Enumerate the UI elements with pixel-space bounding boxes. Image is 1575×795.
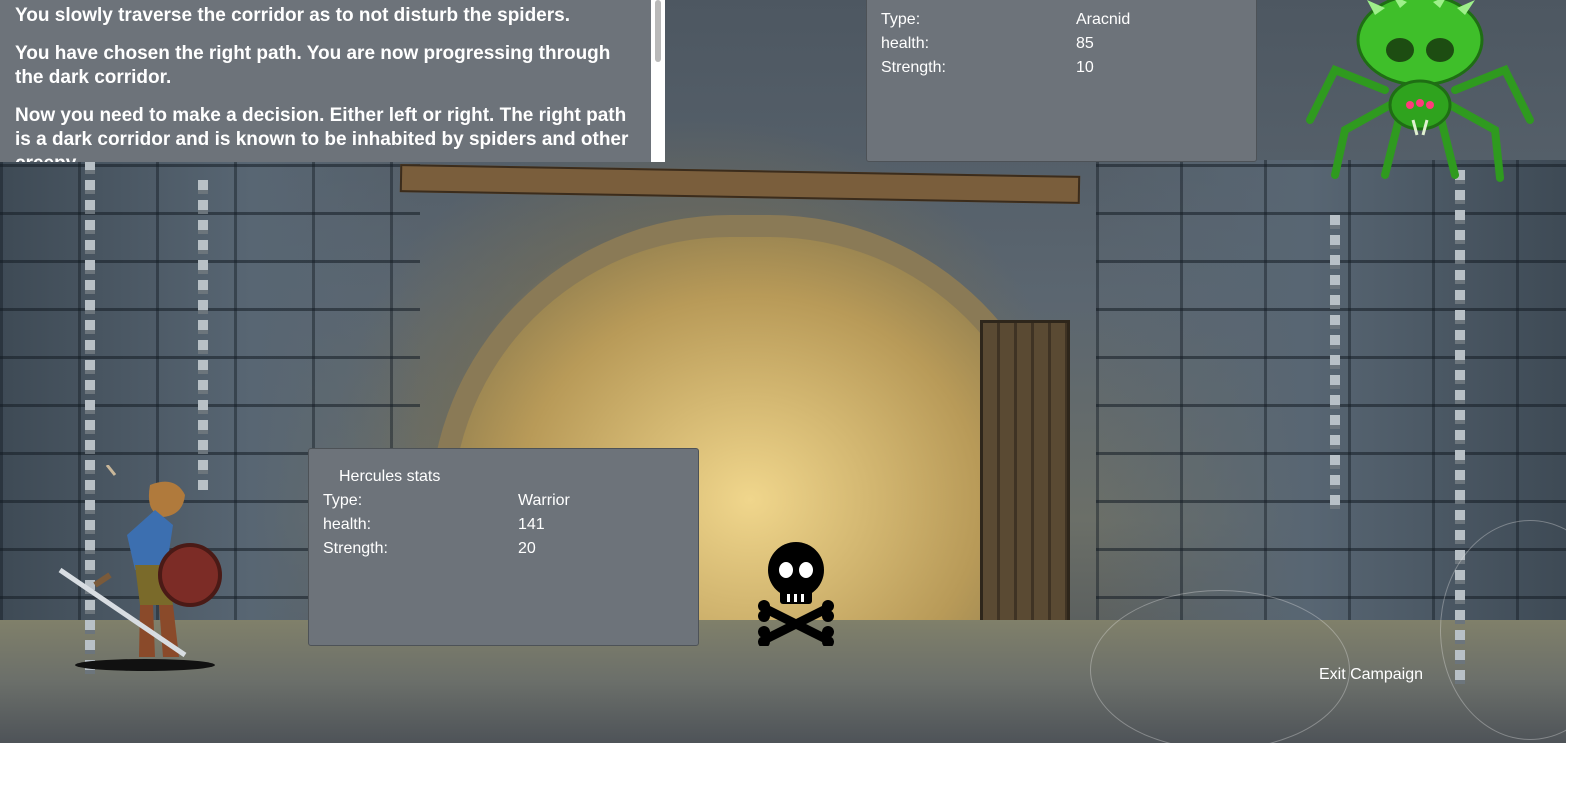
story-paragraph: You slowly traverse the corridor as to n…	[15, 5, 570, 26]
stat-value: Warrior	[518, 492, 570, 509]
stat-label: Strength:	[323, 540, 388, 557]
stat-value: 85	[1076, 35, 1094, 52]
wooden-beam	[399, 164, 1081, 204]
enemy-stat-health: health: 85	[881, 35, 1261, 59]
stat-label: Type:	[323, 492, 363, 509]
stat-label: health:	[323, 516, 372, 533]
exit-campaign-button[interactable]: Exit Campaign	[1310, 662, 1432, 688]
enemy-stats-panel: Type: Aracnid health: 85 Strength: 10	[866, 0, 1257, 162]
enemy-stat-type: Type: Aracnid	[881, 11, 1261, 35]
stat-value: 141	[518, 516, 545, 533]
hero-stats-title: Hercules stats	[339, 468, 441, 485]
wooden-door	[980, 320, 1070, 650]
story-scrollbar[interactable]	[651, 0, 665, 162]
story-panel[interactable]: You slowly traverse the corridor as to n…	[0, 0, 665, 162]
story-scrollbar-thumb[interactable]	[655, 0, 661, 62]
story-text: You slowly traverse the corridor as to n…	[0, 0, 665, 162]
enemy-stat-strength: Strength: 10	[881, 59, 1261, 83]
stat-value: Aracnid	[1076, 11, 1131, 28]
hero-stat-health: health: 141	[323, 516, 703, 540]
hanging-chain	[1330, 215, 1340, 515]
hero-stats-panel: Hercules stats Type: Warrior health: 141…	[308, 448, 699, 646]
warrior-hero-sprite	[58, 465, 222, 671]
hero-stat-type: Type: Warrior	[323, 492, 703, 516]
hanging-chain	[198, 180, 208, 490]
story-paragraph: You have chosen the right path. You are …	[15, 43, 611, 88]
stat-value: 20	[518, 540, 536, 557]
skull-and-crossbones-icon	[758, 542, 834, 646]
stat-label: Strength:	[881, 59, 946, 76]
stat-value: 10	[1076, 59, 1094, 76]
story-paragraph: Now you need to make a decision. Either …	[15, 105, 629, 162]
hero-stat-strength: Strength: 20	[323, 540, 703, 564]
green-spider-sprite	[1306, 0, 1534, 182]
stat-label: Type:	[881, 11, 921, 28]
stat-label: health:	[881, 35, 930, 52]
